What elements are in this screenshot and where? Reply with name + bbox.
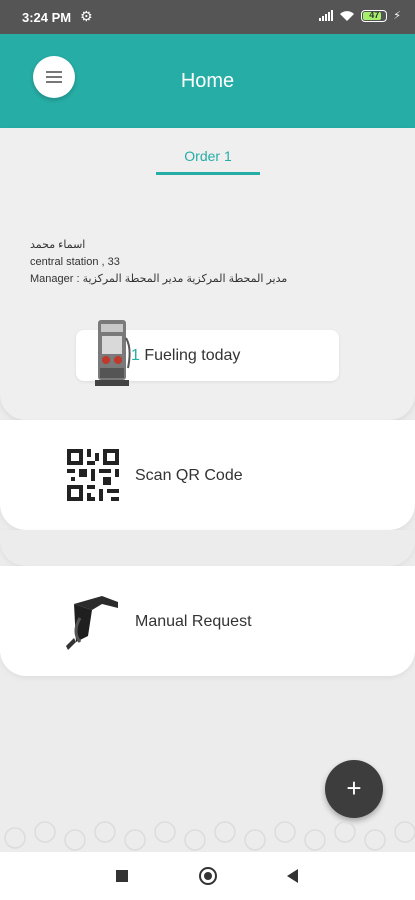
battery-icon: 47: [361, 9, 388, 22]
status-time: 3:24 PM: [22, 10, 72, 25]
recent-apps-icon[interactable]: [116, 870, 128, 882]
background-pattern: [4, 821, 415, 851]
qr-code-icon: [67, 449, 119, 501]
battery-percent: 47: [369, 9, 380, 20]
system-nav-bar: [0, 852, 415, 900]
manual-request-card[interactable]: Manual Request: [0, 566, 415, 676]
status-icons: 47 ⚡: [319, 9, 401, 22]
scan-qr-card[interactable]: Scan QR Code: [0, 420, 415, 530]
fueling-label: Fueling today: [139, 347, 241, 364]
add-button[interactable]: +: [325, 760, 383, 818]
manual-request-label: Manual Request: [135, 613, 252, 630]
station-address: central station , 33: [30, 256, 120, 268]
order-card: Order 1 اسماء محمد central station , 33 …: [0, 128, 415, 420]
home-icon[interactable]: [199, 867, 217, 885]
back-icon[interactable]: [287, 869, 298, 883]
status-bar: 3:24 PM ⚙ 47 ⚡: [0, 0, 415, 34]
station-info: اسماء محمد central station , 33 Manager …: [30, 237, 287, 288]
wifi-icon: [340, 10, 355, 21]
card-divider: [0, 530, 415, 566]
fueling-today-text: 1 Fueling today: [131, 347, 240, 365]
charging-icon: ⚡: [393, 10, 401, 22]
app-header: Home: [0, 34, 415, 128]
fueling-count: 1: [131, 347, 140, 364]
fuel-nozzle-icon: [66, 596, 118, 650]
settings-icon: ⚙: [80, 8, 93, 24]
fuel-pump-icon: [95, 320, 131, 386]
station-name: اسماء محمد: [30, 239, 86, 251]
tab-order-1[interactable]: Order 1: [156, 148, 260, 175]
page-title: Home: [180, 70, 235, 92]
station-role: Manager : مدير المحطة المركزية مدير المح…: [30, 273, 288, 285]
scan-qr-label: Scan QR Code: [135, 467, 243, 484]
signal-icon: [319, 10, 334, 21]
